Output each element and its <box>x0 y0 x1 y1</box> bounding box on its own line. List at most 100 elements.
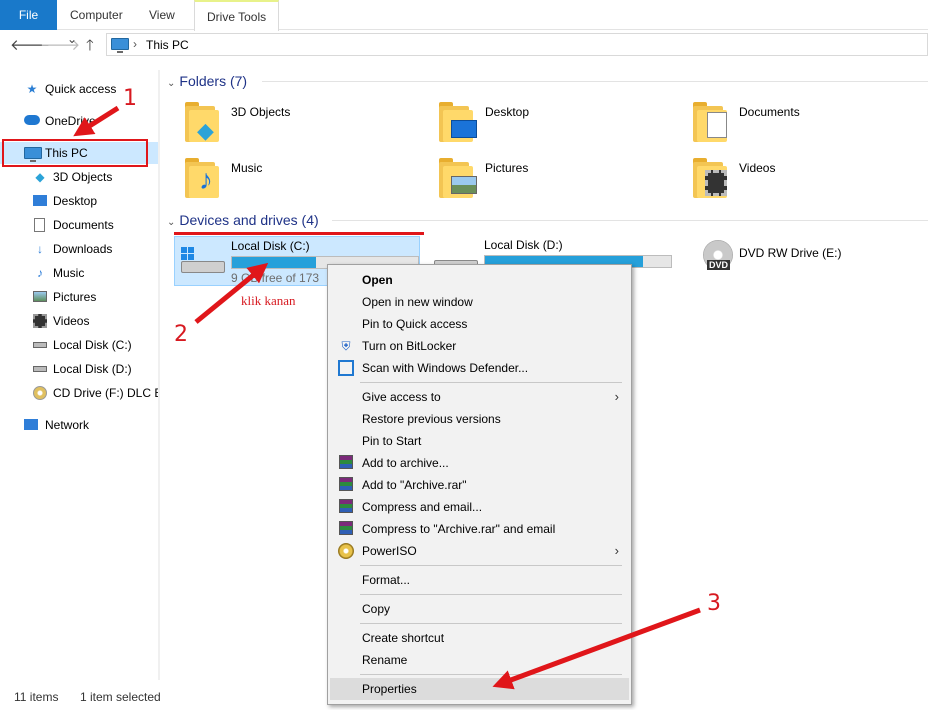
section-divider <box>262 81 928 82</box>
dvd-drive-icon: DVD <box>703 240 735 276</box>
menu-item-add-archive-rar[interactable]: Add to "Archive.rar" <box>330 474 629 496</box>
nav-cd-drive-f[interactable]: CD Drive (F:) DLC Bo <box>0 382 158 404</box>
menu-separator <box>360 382 622 383</box>
shield-icon: ⛨ <box>341 339 351 353</box>
folder-music[interactable]: ♪ Music <box>185 156 425 204</box>
cube-icon: ◆ <box>35 170 45 184</box>
film-icon <box>705 170 727 196</box>
menu-item-give-access[interactable]: Give access to › <box>330 386 629 408</box>
menu-item-create-shortcut[interactable]: Create shortcut <box>330 627 629 649</box>
film-icon <box>33 314 47 328</box>
menu-item-compress-email[interactable]: Compress and email... <box>330 496 629 518</box>
drive-dvd-rw-e[interactable]: DVD DVD RW Drive (E:) <box>703 238 928 288</box>
menu-item-open[interactable]: Open <box>330 269 629 291</box>
menu-item-compress-rar-email[interactable]: Compress to "Archive.rar" and email <box>330 518 629 540</box>
nav-pane-scrollbar[interactable] <box>158 70 160 680</box>
section-title: Devices and drives (4) <box>179 212 319 228</box>
nav-label: Music <box>53 266 85 280</box>
folder-label: Desktop <box>485 105 530 119</box>
menu-separator <box>360 594 622 595</box>
tab-computer[interactable]: Computer <box>58 0 135 30</box>
winrar-icon <box>338 521 354 537</box>
breadcrumb-separator: › <box>133 37 137 51</box>
folder-pictures[interactable]: Pictures <box>439 156 679 204</box>
menu-item-rename[interactable]: Rename <box>330 649 629 671</box>
nav-label: CD Drive (F:) DLC Bo <box>53 386 158 400</box>
submenu-arrow-icon: › <box>614 543 619 558</box>
menu-separator <box>360 674 622 675</box>
menu-item-add-archive[interactable]: Add to archive... <box>330 452 629 474</box>
music-note-icon: ♪ <box>199 164 213 195</box>
drive-free-space: 9 GB free of 173 <box>231 271 320 285</box>
annotation-step-2: 2 <box>174 322 188 347</box>
picture-icon <box>451 176 477 194</box>
picture-icon <box>33 291 47 302</box>
tab-file[interactable]: File <box>0 0 57 30</box>
drive-label: DVD RW Drive (E:) <box>739 246 842 260</box>
breadcrumb-this-pc[interactable]: This PC <box>146 38 189 52</box>
nav-label: Quick access <box>45 82 117 96</box>
menu-item-pin-quick-access[interactable]: Pin to Quick access <box>330 313 629 335</box>
cloud-icon <box>24 115 40 125</box>
defender-icon <box>338 360 354 376</box>
submenu-arrow-icon: › <box>614 389 619 404</box>
tab-drive-tools[interactable]: Drive Tools <box>194 0 280 31</box>
status-selection: 1 item selected <box>80 690 161 704</box>
menu-item-bitlocker[interactable]: ⛨ Turn on BitLocker <box>330 335 629 357</box>
folder-label: Videos <box>739 161 776 175</box>
status-bar: 11 items 1 item selected <box>0 686 928 710</box>
nav-network[interactable]: Network <box>0 414 158 436</box>
menu-item-pin-start[interactable]: Pin to Start <box>330 430 629 452</box>
menu-item-format[interactable]: Format... <box>330 569 629 591</box>
folder-desktop[interactable]: Desktop <box>439 100 679 148</box>
nav-3d-objects[interactable]: ◆ 3D Objects <box>0 166 158 188</box>
folder-documents[interactable]: Documents <box>693 100 928 148</box>
status-item-count: 11 items <box>14 690 59 704</box>
up-arrow-icon[interactable]: 🡑 <box>86 35 94 60</box>
recent-locations-icon[interactable]: ⌄ <box>67 32 77 46</box>
folder-label: Music <box>231 161 263 175</box>
folder-videos[interactable]: Videos <box>693 156 928 204</box>
nav-pictures[interactable]: Pictures <box>0 286 158 308</box>
folder-label: Pictures <box>485 161 529 175</box>
tab-view[interactable]: View <box>137 0 187 30</box>
annotation-right-click-note: klik kanan <box>241 293 296 308</box>
nav-desktop[interactable]: Desktop <box>0 190 158 212</box>
nav-onedrive[interactable]: OneDrive <box>0 110 158 132</box>
menu-item-poweriso[interactable]: PowerISO › <box>330 540 629 562</box>
nav-music[interactable]: ♪ Music <box>0 262 158 284</box>
nav-label: Videos <box>53 314 90 328</box>
annotation-underline-drive-c <box>174 232 424 235</box>
poweriso-icon <box>338 543 354 559</box>
drive-label: Local Disk (D:) <box>484 238 563 252</box>
desktop-icon <box>451 120 477 138</box>
menu-item-copy[interactable]: Copy <box>330 598 629 620</box>
nav-label: Downloads <box>53 242 113 256</box>
nav-downloads[interactable]: ↓ Downloads <box>0 238 158 260</box>
drive-usage-fill <box>232 257 316 268</box>
menu-item-restore-versions[interactable]: Restore previous versions <box>330 408 629 430</box>
menu-item-open-new-window[interactable]: Open in new window <box>330 291 629 313</box>
network-icon <box>24 419 38 430</box>
winrar-icon <box>338 455 354 471</box>
section-title: Folders (7) <box>179 73 248 89</box>
document-icon <box>707 112 727 138</box>
context-menu: Open Open in new window Pin to Quick acc… <box>327 264 632 705</box>
hard-drive-icon <box>33 366 47 372</box>
folders-section-header[interactable]: ⌄ Folders (7) <box>167 73 247 89</box>
winrar-icon <box>338 477 354 493</box>
nav-documents[interactable]: Documents <box>0 214 158 236</box>
nav-local-disk-d[interactable]: Local Disk (D:) <box>0 358 158 380</box>
chevron-down-icon: ⌄ <box>167 217 176 228</box>
folder-label: 3D Objects <box>231 105 291 119</box>
nav-videos[interactable]: Videos <box>0 310 158 332</box>
star-icon: ★ <box>26 82 38 96</box>
folder-3d-objects[interactable]: ◆ 3D Objects <box>185 100 425 148</box>
nav-local-disk-c[interactable]: Local Disk (C:) <box>0 334 158 356</box>
address-row: 🡐 🡒 ⌄ 🡑 › This PC <box>0 31 928 58</box>
folder-label: Documents <box>739 105 800 119</box>
cd-icon <box>33 386 47 400</box>
devices-section-header[interactable]: ⌄ Devices and drives (4) <box>167 212 319 228</box>
address-bar[interactable]: › This PC <box>106 33 928 56</box>
menu-item-defender-scan[interactable]: Scan with Windows Defender... <box>330 357 629 379</box>
